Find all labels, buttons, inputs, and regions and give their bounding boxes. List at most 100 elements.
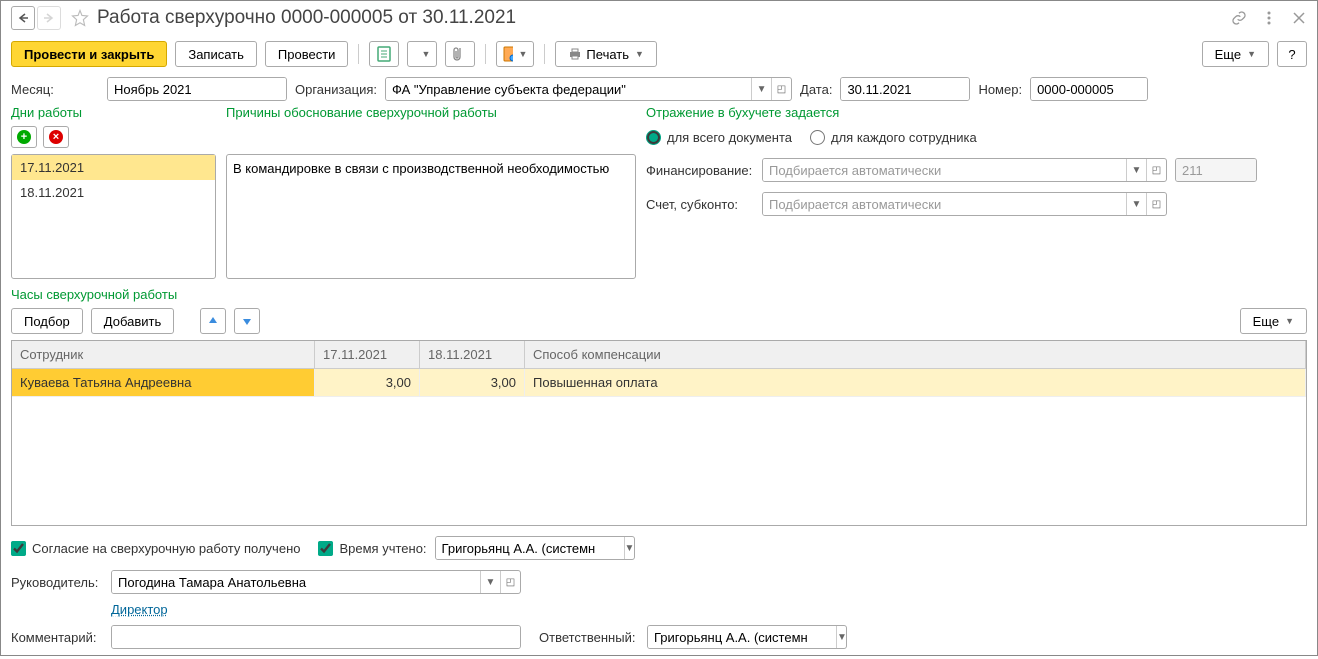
financing-input[interactable]: ▼ ◰ bbox=[762, 158, 1167, 182]
cell-compensation[interactable]: Повышенная оплата bbox=[525, 369, 1306, 397]
close-icon[interactable] bbox=[1291, 10, 1307, 26]
favorite-icon[interactable] bbox=[69, 7, 91, 29]
open-icon[interactable]: ◰ bbox=[1146, 159, 1166, 181]
add-button[interactable]: Добавить bbox=[91, 308, 174, 334]
col-employee[interactable]: Сотрудник bbox=[12, 341, 315, 368]
more-icon[interactable] bbox=[1261, 10, 1277, 26]
move-down-button[interactable] bbox=[234, 308, 260, 334]
table-row[interactable]: Куваева Татьяна Андреевна 3,00 3,00 Повы… bbox=[12, 369, 1306, 397]
open-icon[interactable]: ◰ bbox=[500, 571, 520, 593]
nav-forward-button[interactable] bbox=[37, 6, 61, 30]
cell-date2[interactable]: 3,00 bbox=[420, 369, 525, 397]
hours-label: Часы сверхурочной работы bbox=[11, 287, 177, 302]
help-button[interactable]: ? bbox=[1277, 41, 1307, 67]
account-input[interactable]: ▼ ◰ bbox=[762, 192, 1167, 216]
dropdown-icon[interactable]: ▼ bbox=[480, 571, 500, 593]
list-item[interactable]: 18.11.2021 bbox=[12, 180, 215, 205]
month-field[interactable] bbox=[108, 78, 287, 100]
month-label: Месяц: bbox=[11, 82, 99, 97]
divider bbox=[544, 44, 545, 64]
toolbar: Провести и закрыть Записать Провести ▼ ▼… bbox=[1, 35, 1317, 73]
radio-whole-doc[interactable]: для всего документа bbox=[646, 130, 792, 145]
accounted-by-input[interactable]: ▼ ◰ bbox=[435, 536, 635, 560]
comment-label: Комментарий: bbox=[11, 630, 103, 645]
list-item[interactable]: 17.11.2021 bbox=[12, 155, 215, 180]
responsible-field[interactable] bbox=[648, 626, 836, 648]
days-label: Дни работы bbox=[11, 105, 216, 120]
save-button[interactable]: Записать bbox=[175, 41, 257, 67]
report-icon-button[interactable] bbox=[369, 41, 399, 67]
dropdown-icon[interactable]: ▼ bbox=[1126, 193, 1146, 215]
open-icon[interactable]: ◰ bbox=[771, 78, 791, 100]
select-button[interactable]: Подбор bbox=[11, 308, 83, 334]
account-field[interactable] bbox=[763, 193, 1126, 215]
date-field[interactable] bbox=[841, 78, 970, 100]
financing-field[interactable] bbox=[763, 159, 1126, 181]
header-form-row: Месяц: 📅 ▲▼ Организация: ▼ ◰ Дата: 📅 Ном… bbox=[1, 73, 1317, 105]
more-button[interactable]: Еще▼ bbox=[1202, 41, 1269, 67]
add-day-button[interactable]: + bbox=[11, 126, 37, 148]
month-input[interactable]: 📅 ▲▼ bbox=[107, 77, 287, 101]
reason-textarea[interactable]: В командировке в связи с производственно… bbox=[226, 154, 636, 279]
manager-field[interactable] bbox=[112, 571, 480, 593]
delete-day-button[interactable]: × bbox=[43, 126, 69, 148]
cell-employee[interactable]: Куваева Татьяна Андреевна bbox=[12, 369, 315, 397]
dropdown-icon[interactable]: ▼ bbox=[751, 78, 771, 100]
col-compensation[interactable]: Способ компенсации bbox=[525, 341, 1306, 368]
dropdown-icon[interactable]: ▼ bbox=[836, 626, 847, 648]
grid-more-button[interactable]: Еще▼ bbox=[1240, 308, 1307, 334]
accounted-checkbox[interactable]: Время учтено: bbox=[318, 541, 426, 556]
dropdown-icon[interactable]: ▼ bbox=[1126, 159, 1146, 181]
comment-input[interactable] bbox=[111, 625, 521, 649]
move-up-button[interactable] bbox=[200, 308, 226, 334]
org-field[interactable] bbox=[386, 78, 751, 100]
plus-icon: + bbox=[17, 130, 31, 144]
hours-section: Часы сверхурочной работы Подбор Добавить… bbox=[1, 279, 1317, 526]
dropdown-icon[interactable]: ▼ bbox=[624, 537, 635, 559]
number-input[interactable] bbox=[1030, 77, 1148, 101]
titlebar: Работа сверхурочно 0000-000005 от 30.11.… bbox=[1, 1, 1317, 35]
cell-date1[interactable]: 3,00 bbox=[315, 369, 420, 397]
accounting-header: Отражение в бухучете задается bbox=[646, 105, 1307, 120]
print-button[interactable]: Печать▼ bbox=[555, 41, 657, 67]
grid-header: Сотрудник 17.11.2021 18.11.2021 Способ к… bbox=[12, 341, 1306, 369]
mid-section: Дни работы + × 17.11.2021 18.11.2021 При… bbox=[1, 105, 1317, 279]
divider bbox=[485, 44, 486, 64]
org-input[interactable]: ▼ ◰ bbox=[385, 77, 792, 101]
link-icon[interactable] bbox=[1231, 10, 1247, 26]
post-and-close-button[interactable]: Провести и закрыть bbox=[11, 41, 167, 67]
manager-position-link[interactable]: Директор bbox=[111, 602, 168, 617]
col-date2[interactable]: 18.11.2021 bbox=[420, 341, 525, 368]
financing-label: Финансирование: bbox=[646, 163, 754, 178]
window-title: Работа сверхурочно 0000-000005 от 30.11.… bbox=[97, 7, 1231, 29]
reason-label: Причины обоснование сверхурочной работы bbox=[226, 105, 636, 120]
divider bbox=[358, 44, 359, 64]
bottom-section: Согласие на сверхурочную работу получено… bbox=[1, 526, 1317, 659]
accounted-by-field[interactable] bbox=[436, 537, 624, 559]
responsible-input[interactable]: ▼ ◰ bbox=[647, 625, 847, 649]
create-based-on-button[interactable]: ▼ bbox=[407, 41, 437, 67]
days-listbox[interactable]: 17.11.2021 18.11.2021 bbox=[11, 154, 216, 279]
financing-code-field bbox=[1176, 159, 1257, 181]
manager-label: Руководитель: bbox=[11, 575, 103, 590]
date-input[interactable]: 📅 bbox=[840, 77, 970, 101]
attach-icon-button[interactable] bbox=[445, 41, 475, 67]
delete-icon: × bbox=[49, 130, 63, 144]
nav-back-button[interactable] bbox=[11, 6, 35, 30]
hours-grid[interactable]: Сотрудник 17.11.2021 18.11.2021 Способ к… bbox=[11, 340, 1307, 526]
responsible-label: Ответственный: bbox=[539, 630, 639, 645]
open-icon[interactable]: ◰ bbox=[1146, 193, 1166, 215]
account-label: Счет, субконто: bbox=[646, 197, 754, 212]
manager-input[interactable]: ▼ ◰ bbox=[111, 570, 521, 594]
number-field[interactable] bbox=[1031, 78, 1148, 100]
comment-field[interactable] bbox=[112, 626, 520, 648]
number-label: Номер: bbox=[978, 82, 1022, 97]
col-date1[interactable]: 17.11.2021 bbox=[315, 341, 420, 368]
org-label: Организация: bbox=[295, 82, 377, 97]
form-icon-button[interactable]: ▼ bbox=[496, 41, 534, 67]
consent-checkbox[interactable]: Согласие на сверхурочную работу получено bbox=[11, 541, 300, 556]
date-label: Дата: bbox=[800, 82, 832, 97]
financing-code-input: ▼ ◰ bbox=[1175, 158, 1257, 182]
radio-per-employee[interactable]: для каждого сотрудника bbox=[810, 130, 977, 145]
post-button[interactable]: Провести bbox=[265, 41, 349, 67]
